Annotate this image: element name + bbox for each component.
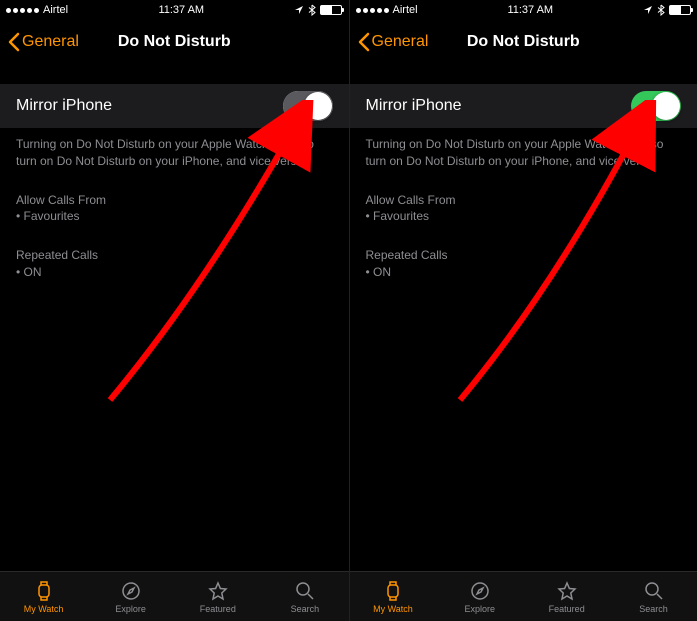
tab-label: Featured bbox=[549, 604, 585, 614]
tab-label: Featured bbox=[200, 604, 236, 614]
repeated-calls-section: Repeated Calls • ON bbox=[350, 239, 697, 281]
tab-label: My Watch bbox=[24, 604, 64, 614]
tab-featured[interactable]: Featured bbox=[174, 572, 261, 621]
allow-calls-section: Allow Calls From • Favourites bbox=[0, 184, 349, 226]
left-screenshot: Airtel 11:37 AM General Do Not Disturb M… bbox=[0, 0, 349, 621]
search-icon bbox=[643, 580, 665, 602]
allow-calls-label: Allow Calls From bbox=[16, 192, 333, 209]
clock-label: 11:37 AM bbox=[507, 4, 553, 16]
repeated-calls-section: Repeated Calls • ON bbox=[0, 239, 349, 281]
tab-explore[interactable]: Explore bbox=[87, 572, 174, 621]
back-label: General bbox=[22, 33, 79, 51]
tab-my-watch[interactable]: My Watch bbox=[0, 572, 87, 621]
search-icon bbox=[294, 580, 316, 602]
content-area: Mirror iPhone Turning on Do Not Disturb … bbox=[0, 64, 349, 571]
nav-bar: General Do Not Disturb bbox=[350, 20, 697, 64]
location-arrow-icon bbox=[294, 5, 304, 15]
compass-icon bbox=[469, 580, 491, 602]
allow-calls-section: Allow Calls From • Favourites bbox=[350, 184, 697, 226]
status-bar: Airtel 11:37 AM bbox=[0, 0, 349, 20]
watch-icon bbox=[382, 580, 404, 602]
carrier-label: Airtel bbox=[393, 4, 418, 16]
tab-my-watch[interactable]: My Watch bbox=[350, 572, 437, 621]
tab-featured[interactable]: Featured bbox=[523, 572, 610, 621]
tab-bar: My Watch Explore Featured Search bbox=[350, 571, 697, 621]
tab-bar: My Watch Explore Featured Search bbox=[0, 571, 349, 621]
allow-calls-value: • Favourites bbox=[366, 208, 682, 225]
nav-bar: General Do Not Disturb bbox=[0, 20, 349, 64]
repeated-calls-value: • ON bbox=[16, 264, 333, 281]
tab-label: Search bbox=[291, 604, 320, 614]
tab-label: Explore bbox=[465, 604, 496, 614]
bluetooth-icon bbox=[657, 4, 665, 16]
clock-label: 11:37 AM bbox=[158, 4, 204, 16]
mirror-iphone-row[interactable]: Mirror iPhone bbox=[0, 84, 349, 128]
tab-search[interactable]: Search bbox=[610, 572, 697, 621]
back-label: General bbox=[372, 33, 429, 51]
watch-icon bbox=[33, 580, 55, 602]
back-button[interactable]: General bbox=[8, 32, 79, 52]
footer-description: Turning on Do Not Disturb on your Apple … bbox=[0, 128, 349, 170]
repeated-calls-label: Repeated Calls bbox=[366, 247, 682, 264]
compass-icon bbox=[120, 580, 142, 602]
footer-description: Turning on Do Not Disturb on your Apple … bbox=[350, 128, 697, 170]
chevron-left-icon bbox=[8, 32, 20, 52]
carrier-label: Airtel bbox=[43, 4, 68, 16]
mirror-iphone-toggle[interactable] bbox=[283, 91, 333, 121]
signal-strength-icon bbox=[6, 8, 39, 13]
star-icon bbox=[207, 580, 229, 602]
tab-search[interactable]: Search bbox=[261, 572, 348, 621]
signal-strength-icon bbox=[356, 8, 389, 13]
content-area: Mirror iPhone Turning on Do Not Disturb … bbox=[350, 64, 697, 571]
mirror-iphone-row[interactable]: Mirror iPhone bbox=[350, 84, 697, 128]
location-arrow-icon bbox=[643, 5, 653, 15]
mirror-iphone-label: Mirror iPhone bbox=[366, 97, 462, 115]
chevron-left-icon bbox=[358, 32, 370, 52]
allow-calls-value: • Favourites bbox=[16, 208, 333, 225]
tab-label: Search bbox=[639, 604, 668, 614]
allow-calls-label: Allow Calls From bbox=[366, 192, 682, 209]
bluetooth-icon bbox=[308, 4, 316, 16]
tab-label: My Watch bbox=[373, 604, 413, 614]
tab-explore[interactable]: Explore bbox=[436, 572, 523, 621]
right-screenshot: Airtel 11:37 AM General Do Not Disturb M… bbox=[349, 0, 697, 621]
repeated-calls-value: • ON bbox=[366, 264, 682, 281]
mirror-iphone-label: Mirror iPhone bbox=[16, 97, 112, 115]
battery-icon bbox=[669, 5, 691, 15]
back-button[interactable]: General bbox=[358, 32, 429, 52]
repeated-calls-label: Repeated Calls bbox=[16, 247, 333, 264]
star-icon bbox=[556, 580, 578, 602]
mirror-iphone-toggle[interactable] bbox=[631, 91, 681, 121]
battery-icon bbox=[320, 5, 342, 15]
tab-label: Explore bbox=[115, 604, 146, 614]
status-bar: Airtel 11:37 AM bbox=[350, 0, 697, 20]
